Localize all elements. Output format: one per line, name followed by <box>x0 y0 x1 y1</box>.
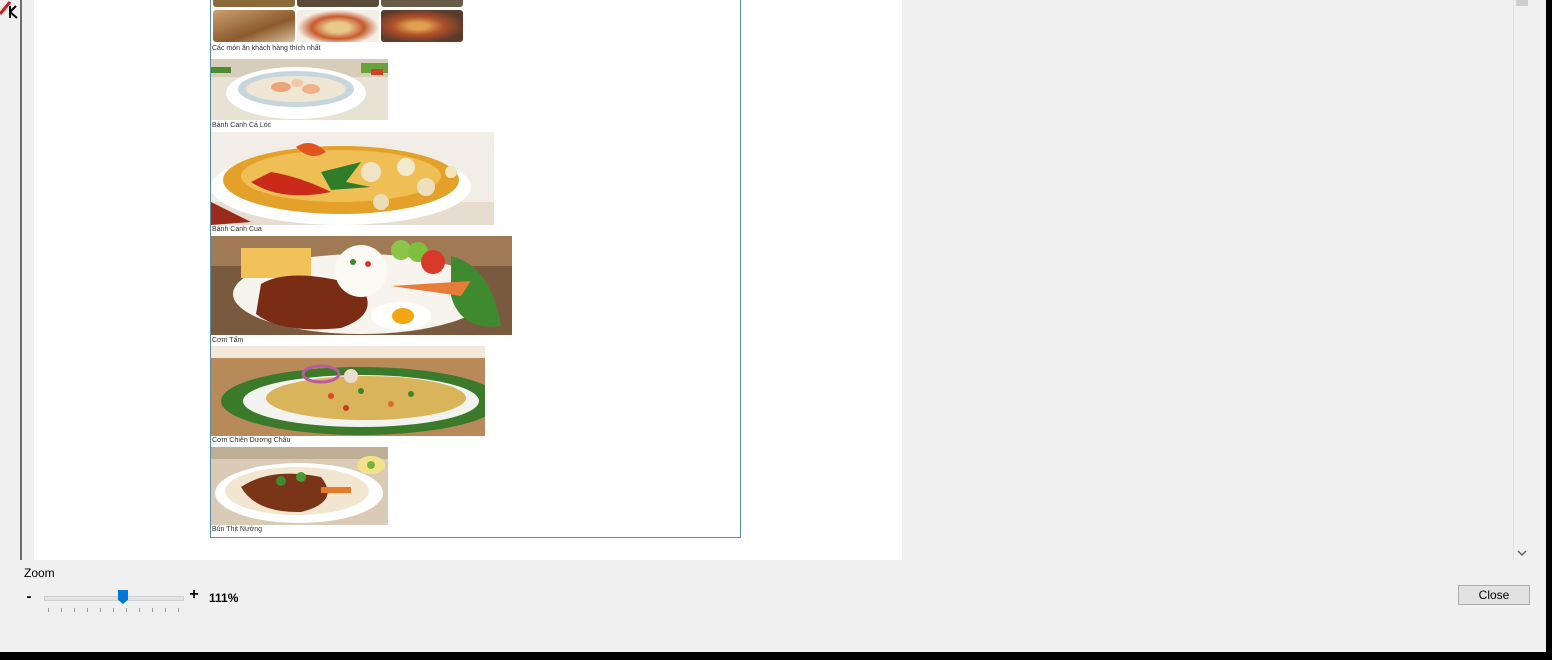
item-caption: Bánh Canh Cua <box>212 226 262 233</box>
slider-tick <box>100 608 101 612</box>
slider-tick <box>113 608 114 612</box>
food-image-bun-thit-nuong <box>211 447 388 525</box>
food-image-banh-canh-ca-loc <box>211 59 388 120</box>
preview-area[interactable]: Các món ăn khách hàng thích nhất Bánh Ca… <box>22 0 1513 560</box>
zoom-slider[interactable] <box>44 588 184 614</box>
zoom-value: 111% <box>209 591 239 605</box>
zoom-label: Zoom <box>24 566 55 580</box>
slider-ticks <box>48 608 180 613</box>
food-image-banh-canh-cua <box>211 132 494 225</box>
slider-tick <box>87 608 88 612</box>
food-image-com-chien-duong-chau <box>211 346 485 436</box>
report-page: Các món ăn khách hàng thích nhất Bánh Ca… <box>34 0 902 560</box>
slider-tick <box>152 608 153 612</box>
food-thumbnail <box>297 10 379 42</box>
item-caption: Cơm Tấm <box>212 337 244 344</box>
slider-tick <box>165 608 166 612</box>
food-thumbnail <box>381 10 463 42</box>
close-button[interactable]: Close <box>1458 585 1530 605</box>
slider-tick <box>74 608 75 612</box>
zoom-bar: Zoom - + 111% Close <box>0 560 1546 652</box>
thumbnail-row-top <box>213 0 463 7</box>
item-caption: Cơm Chiên Dương Châu <box>212 437 291 444</box>
vertical-scrollbar[interactable] <box>1513 0 1530 560</box>
zoom-in-button[interactable]: + <box>187 586 201 604</box>
print-preview-window: Các món ăn khách hàng thích nhất Bánh Ca… <box>0 0 1546 652</box>
report-frame: Các món ăn khách hàng thích nhất Bánh Ca… <box>210 0 741 538</box>
left-border <box>0 0 22 560</box>
slider-tick <box>61 608 62 612</box>
item-caption: Bún Thịt Nướng <box>212 526 263 533</box>
food-thumbnail <box>381 0 463 7</box>
slider-thumb[interactable] <box>118 590 128 604</box>
chevron-down-icon[interactable] <box>1517 548 1527 558</box>
item-caption: Bánh Canh Cá Lóc <box>212 122 272 129</box>
scrollbar-thumb[interactable] <box>1516 0 1528 6</box>
top-caption: Các món ăn khách hàng thích nhất <box>212 45 321 52</box>
slider-tick <box>139 608 140 612</box>
slider-tick <box>126 608 127 612</box>
food-thumbnail <box>213 10 295 42</box>
corner-cursor-icon <box>0 1 18 19</box>
food-image-com-tam <box>211 236 512 335</box>
thumbnail-row <box>213 10 463 42</box>
food-thumbnail <box>297 0 379 7</box>
slider-track[interactable] <box>44 596 184 601</box>
slider-tick <box>48 608 49 612</box>
zoom-out-button[interactable]: - <box>24 588 34 605</box>
slider-tick <box>178 608 179 612</box>
food-thumbnail <box>213 0 295 7</box>
